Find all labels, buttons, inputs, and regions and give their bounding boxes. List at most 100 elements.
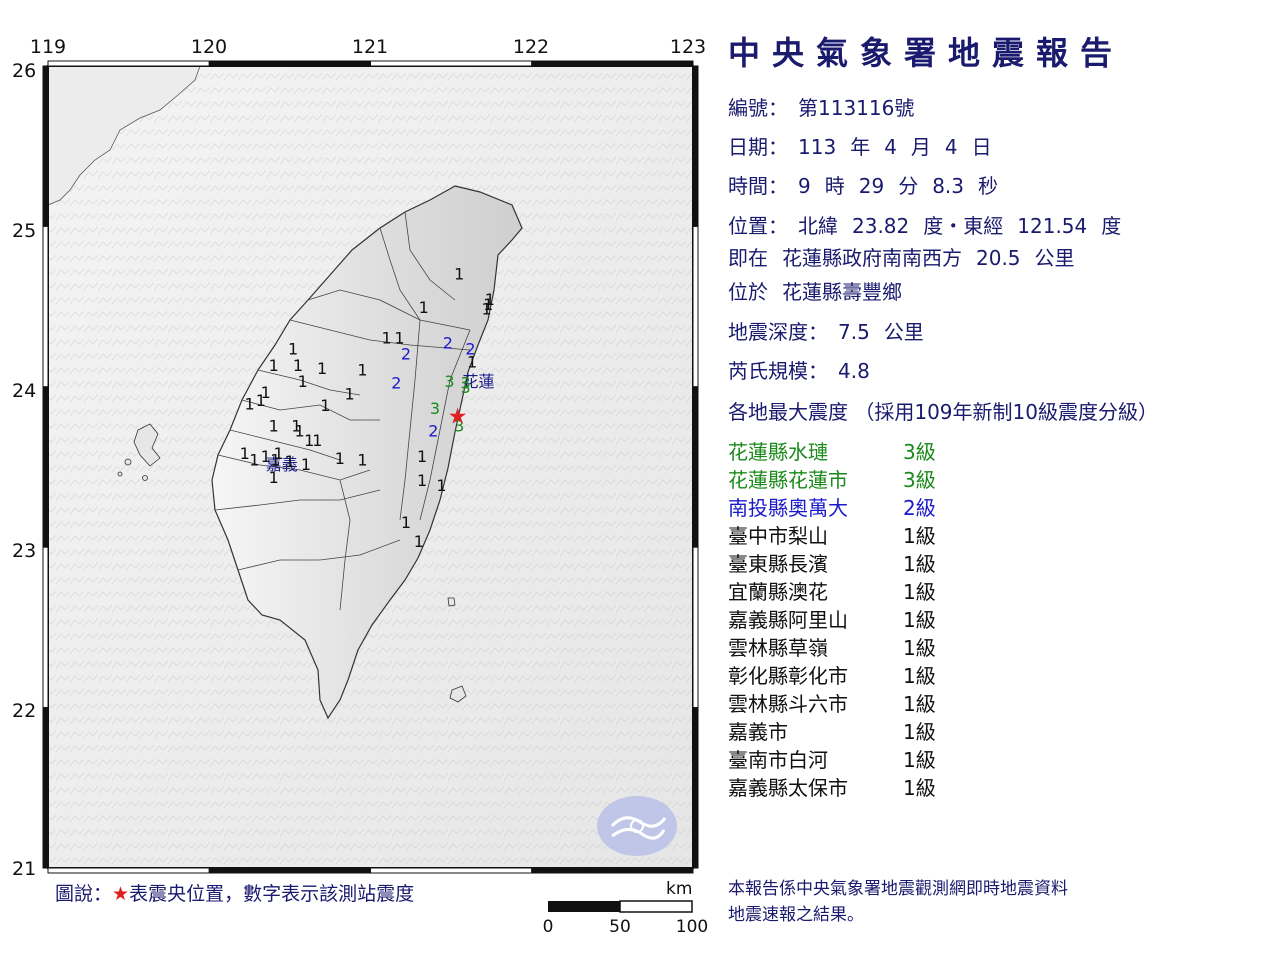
- report-title: 中央氣象署地震報告: [728, 34, 1125, 72]
- legend-star-icon: ★: [112, 883, 130, 905]
- relative-prefix: 即在: [728, 246, 768, 270]
- lat-tick-26: 26: [12, 60, 37, 82]
- lon-tick-120: 120: [190, 36, 228, 58]
- lat-tick-24: 24: [12, 380, 37, 402]
- time-label: 時間：: [728, 174, 788, 198]
- intensity-row: 雲林縣斗六市 1級: [728, 688, 936, 717]
- intensity-level: 1級: [903, 720, 936, 744]
- scale-unit: km: [666, 879, 693, 899]
- intensity-station: 嘉義市: [728, 720, 788, 744]
- time-sec: 8.3: [932, 174, 964, 198]
- report-within: 位於 花蓮縣壽豐鄉: [728, 276, 902, 305]
- intensity-row: 臺中市梨山 1級: [728, 520, 936, 549]
- intensity-station: 彰化縣彰化市: [728, 664, 848, 688]
- station-intensity: 2: [443, 333, 453, 352]
- lon-tick-121: 121: [351, 36, 389, 58]
- date-month: 4: [884, 135, 897, 159]
- lon-label: 東經: [963, 214, 1004, 238]
- station-intensity: 2: [391, 373, 401, 392]
- station-intensity: 1: [320, 396, 330, 415]
- lon-tick-123: 123: [669, 36, 707, 58]
- station-intensity: 1: [244, 394, 254, 413]
- station-intensity: 1: [357, 361, 367, 380]
- intensity-station: 雲林縣斗六市: [728, 692, 848, 716]
- intensity-station: 花蓮縣花蓮市: [728, 468, 848, 492]
- frame-tick-top: [370, 60, 533, 67]
- intensity-level: 1級: [903, 664, 936, 688]
- intensity-station: 宜蘭縣澳花: [728, 580, 828, 604]
- station-intensity: 1: [269, 356, 279, 375]
- date-label: 日期：: [728, 135, 788, 159]
- frame-tick-bottom: [47, 867, 210, 874]
- within-prefix: 位於: [728, 280, 768, 304]
- frame-tick-left: [42, 225, 49, 388]
- report-relative: 即在 花蓮縣政府南南西方 20.5 公里: [728, 242, 1075, 271]
- intensity-row: 嘉義市 1級: [728, 716, 936, 745]
- intensity-level: 1級: [903, 692, 936, 716]
- frame-tick-bottom: [531, 867, 694, 874]
- seismic-map: 花蓮嘉義 111111 1 2 22 12 3 3332 311 1 1 1111 1 111 11111…: [42, 60, 699, 913]
- station-intensity: 1: [270, 450, 280, 469]
- relative-unit: 公里: [1034, 246, 1075, 270]
- intensity-level: 1級: [903, 748, 936, 772]
- station-intensity: 1: [419, 298, 429, 317]
- epicenter-star-icon: ★: [448, 405, 468, 430]
- time-min-unit: 分: [898, 174, 919, 198]
- lat-label: 北緯: [798, 214, 838, 238]
- frame-tick-right: [692, 65, 699, 227]
- frame-tick-right: [692, 225, 699, 388]
- lon-tick-122: 122: [512, 36, 550, 58]
- time-min: 29: [858, 174, 885, 198]
- within-place: 花蓮縣壽豐鄉: [782, 280, 902, 304]
- station-intensity: 1: [454, 264, 464, 283]
- frame-tick-bottom: [370, 867, 533, 874]
- lon-tick-119: 119: [29, 36, 67, 58]
- report-location: 位置： 北緯 23.82 度・東經 121.54 度: [728, 214, 1122, 238]
- frame-tick-top: [531, 60, 694, 67]
- report-number: 編號： 第113116號: [728, 92, 914, 121]
- map-area: 花蓮 嘉義 11111112221233332311111111111111111…: [0, 0, 720, 960]
- report-depth: 地震深度： 7.5 公里: [728, 316, 924, 345]
- time-sec-unit: 秒: [978, 174, 998, 198]
- magnitude-label: 芮氏規模：: [728, 359, 828, 383]
- station-intensity: 1: [317, 359, 327, 378]
- epicenter-layer: ★: [448, 405, 468, 430]
- station-intensity: 1: [285, 452, 295, 471]
- lon-unit: 度: [1101, 214, 1122, 238]
- frame-tick-bottom: [208, 867, 371, 874]
- intensity-station: 臺東縣長濱: [728, 552, 828, 576]
- station-intensity: 2: [428, 422, 438, 441]
- station-intensity: 1: [401, 513, 411, 532]
- lon-value: 121.54: [1017, 214, 1088, 238]
- station-intensity: 1: [240, 444, 250, 463]
- cwa-logo: [597, 796, 677, 856]
- intensity-level: 1級: [903, 524, 936, 548]
- intensity-level: 3級: [903, 440, 936, 464]
- station-intensity: 1: [312, 431, 322, 450]
- station-intensity: 1: [436, 476, 446, 495]
- location-label: 位置：: [728, 214, 788, 238]
- depth-value: 7.5: [838, 320, 870, 344]
- legend-description: 表震央位置，數字表示該測站震度: [129, 883, 415, 905]
- report-time: 時間： 9 時 29 分 8.3 秒: [728, 170, 998, 199]
- report-magnitude: 芮氏規模： 4.8: [728, 355, 870, 384]
- station-intensity: 1: [414, 532, 424, 551]
- relative-place: 花蓮縣政府南南西方: [782, 246, 962, 270]
- lat-unit: 度: [923, 214, 944, 238]
- scale-bar: [548, 900, 693, 913]
- station-intensity: 1: [467, 353, 477, 372]
- station-intensity: 1: [269, 417, 279, 436]
- frame-tick-right: [692, 546, 699, 709]
- frame-tick-left: [42, 386, 49, 548]
- frame-tick-left: [42, 707, 49, 869]
- date-year-unit: 年: [850, 135, 871, 159]
- intensity-heading: 各地最大震度 （採用109年新制10級震度分級）: [728, 400, 1158, 424]
- intensity-level: 2級: [903, 496, 936, 520]
- report-date: 日期： 113 年 4 月 4 日: [728, 131, 992, 160]
- station-intensity: 1: [482, 300, 492, 319]
- intensity-station: 臺南市白河: [728, 748, 828, 772]
- time-hour: 9: [798, 174, 811, 198]
- station-intensity: 1: [261, 447, 271, 466]
- station-intensity: 1: [357, 450, 367, 469]
- station-intensity: 3: [444, 372, 454, 391]
